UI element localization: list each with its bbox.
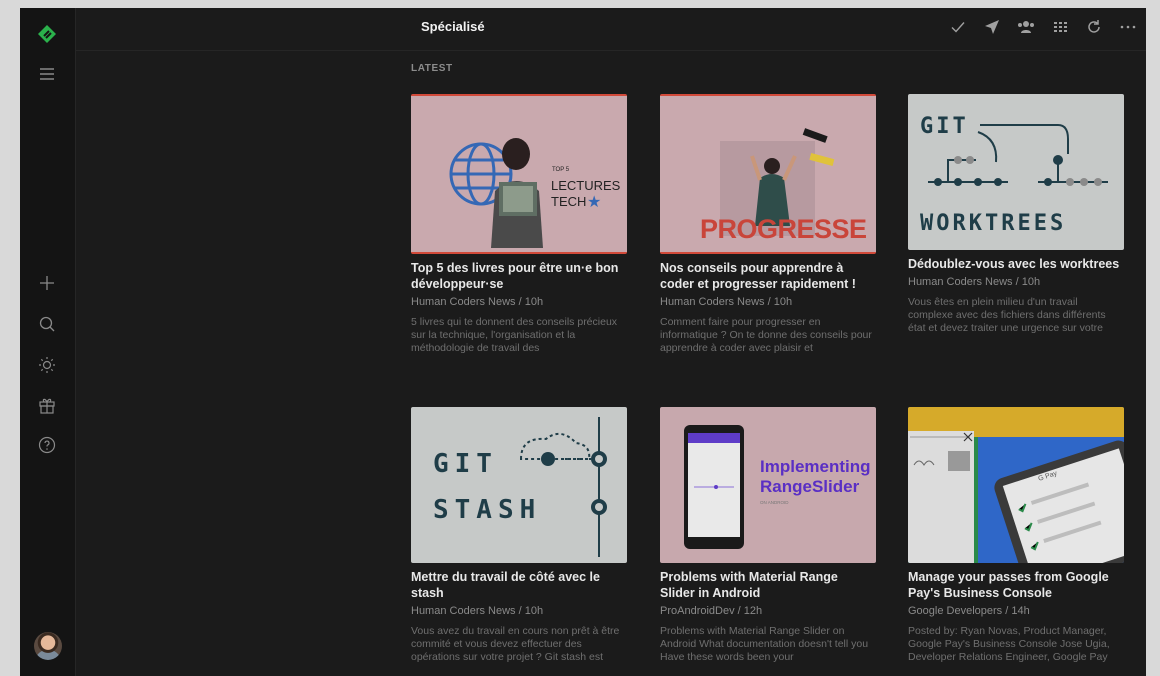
avatar[interactable] — [34, 632, 62, 660]
article-thumbnail[interactable]: G Pay — [908, 407, 1124, 563]
thumb-line2: RangeSlider — [760, 477, 860, 496]
help-icon[interactable] — [35, 433, 59, 457]
article-source: Human Coders News / 10h — [908, 276, 1041, 288]
refresh-icon[interactable] — [1084, 17, 1104, 37]
article-summary: Problems with Material Range Slider on A… — [660, 625, 869, 663]
thumb-bottom: STASH — [433, 495, 542, 525]
feedly-logo-icon[interactable] — [35, 22, 59, 46]
send-icon[interactable] — [982, 17, 1002, 37]
section-label-latest: LATEST — [411, 63, 453, 74]
thumb-small-text: ON ANDROID — [760, 500, 789, 505]
article-card[interactable]: PROGRESSE Nos conseils pour apprendre à … — [660, 94, 876, 355]
article-card[interactable]: GIT WORKTREES Dédoublez-vous avec les wo… — [908, 94, 1124, 335]
article-title[interactable]: Manage your passes from Google Pay's Bus… — [908, 569, 1124, 601]
article-card[interactable]: G Pay Manage your passes from Google Pay… — [908, 407, 1124, 664]
article-source: Google Developers / 14h — [908, 605, 1030, 617]
thumb-line1: LECTURES — [551, 178, 621, 193]
article-title[interactable]: Nos conseils pour apprendre à coder et p… — [660, 260, 876, 292]
thumb-small-text: TOP 5 — [552, 167, 570, 173]
thumb-line2: TECH — [551, 194, 587, 209]
app-window: Spécialisé LATEST TOP 5 LECTURES TECH ★ … — [20, 8, 1146, 676]
theme-icon[interactable] — [35, 353, 59, 377]
team-icon[interactable] — [1016, 17, 1036, 37]
gift-icon[interactable] — [35, 393, 59, 417]
article-card[interactable]: Implementing RangeSlider ON ANDROID Prob… — [660, 407, 876, 664]
article-thumbnail[interactable]: GIT STASH — [411, 407, 627, 563]
article-summary: Vous avez du travail en cours non prêt à… — [411, 625, 620, 663]
article-title[interactable]: Mettre du travail de côté avec le stash — [411, 569, 627, 601]
article-card[interactable]: TOP 5 LECTURES TECH ★ Top 5 des livres p… — [411, 94, 627, 355]
menu-icon[interactable] — [35, 62, 59, 86]
header-bar: Spécialisé — [76, 8, 1146, 51]
star-icon: ★ — [587, 194, 602, 211]
grid-view-icon[interactable] — [1050, 17, 1070, 37]
thumb-top: GIT — [433, 449, 498, 479]
article-summary: Comment faire pour progresser en informa… — [660, 316, 872, 354]
thumb-bottom: WORKTREES — [920, 211, 1067, 236]
search-icon[interactable] — [35, 312, 59, 336]
article-summary: Posted by: Ryan Novas, Product Manager, … — [908, 625, 1110, 663]
article-source: Human Coders News / 10h — [660, 296, 793, 308]
article-summary: 5 livres qui te donnent des conseils pré… — [411, 316, 618, 354]
thumb-word: PROGRESSE — [700, 214, 867, 244]
article-source: ProAndroidDev / 12h — [660, 605, 763, 617]
article-thumbnail[interactable]: PROGRESSE — [660, 94, 876, 254]
article-thumbnail[interactable]: GIT WORKTREES — [908, 94, 1124, 250]
check-icon[interactable] — [948, 17, 968, 37]
article-summary: Vous êtes en plein milieu d'un travail c… — [908, 296, 1106, 334]
article-thumbnail[interactable]: Implementing RangeSlider ON ANDROID — [660, 407, 876, 563]
left-rail — [20, 8, 76, 676]
thumb-line1: Implementing — [760, 457, 871, 476]
article-title[interactable]: Problems with Material Range Slider in A… — [660, 569, 876, 601]
article-title[interactable]: Top 5 des livres pour être un·e bon déve… — [411, 260, 627, 292]
article-thumbnail[interactable]: TOP 5 LECTURES TECH ★ — [411, 94, 627, 254]
add-icon[interactable] — [35, 271, 59, 295]
more-icon[interactable] — [1118, 17, 1138, 37]
article-title[interactable]: Dédoublez-vous avec les worktrees — [908, 256, 1124, 272]
toolbar — [948, 17, 1138, 37]
article-source: Human Coders News / 10h — [411, 605, 544, 617]
article-source: Human Coders News / 10h — [411, 296, 544, 308]
article-card[interactable]: GIT STASH Mettre du travail de côté avec… — [411, 407, 627, 664]
page-title: Spécialisé — [421, 19, 485, 34]
thumb-top: GIT — [920, 114, 969, 139]
